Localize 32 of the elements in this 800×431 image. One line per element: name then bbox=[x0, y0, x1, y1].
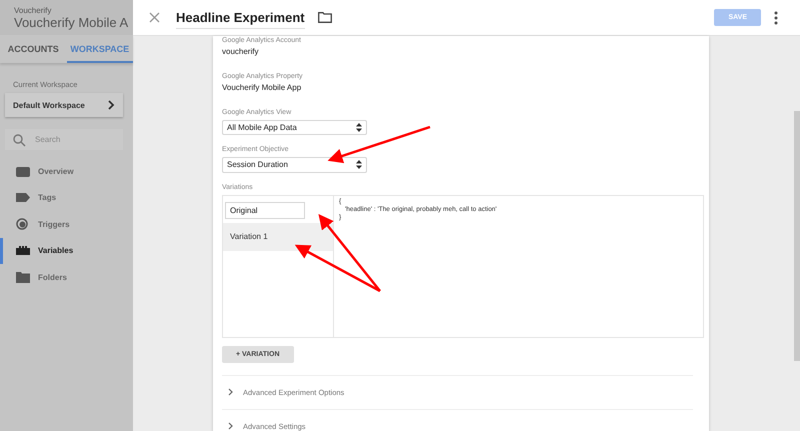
up-down-arrows-icon bbox=[356, 123, 362, 132]
folder-icon bbox=[16, 272, 30, 283]
search-icon bbox=[13, 134, 26, 147]
close-icon[interactable] bbox=[149, 12, 160, 23]
more-icon[interactable] bbox=[774, 10, 778, 24]
nav-item[interactable]: Folders bbox=[0, 264, 133, 290]
scrollbar[interactable] bbox=[794, 111, 800, 361]
trigger-icon bbox=[16, 218, 28, 230]
experiment-title[interactable]: Headline Experiment bbox=[176, 6, 305, 28]
container-name: Voucherify Mobile A bbox=[14, 14, 128, 30]
nav-item[interactable]: Triggers bbox=[0, 211, 133, 238]
sidebar-tab[interactable]: ACCOUNTS bbox=[0, 35, 66, 63]
field-value: Voucherify Mobile App bbox=[222, 83, 302, 92]
search-field[interactable]: Search bbox=[5, 129, 123, 150]
up-down-arrows-icon bbox=[356, 160, 362, 170]
blocks-icon bbox=[16, 246, 30, 256]
briefcase-icon bbox=[16, 166, 30, 177]
nav-item[interactable]: Tags bbox=[0, 184, 133, 211]
nav-item[interactable]: Variables bbox=[0, 238, 133, 264]
variation-item[interactable]: Variation 1 bbox=[223, 222, 333, 251]
chevron-icon bbox=[228, 422, 233, 430]
chevron-right-icon bbox=[107, 100, 115, 110]
objective-dropdown[interactable]: Session Duration bbox=[222, 157, 367, 173]
tag-icon bbox=[16, 193, 30, 202]
chevron-icon bbox=[228, 388, 233, 396]
variation-name-field[interactable]: Original bbox=[225, 202, 305, 219]
view-dropdown[interactable]: All Mobile App Data bbox=[222, 120, 367, 136]
folder-icon[interactable] bbox=[318, 12, 332, 23]
workspace-selector[interactable]: Default Workspace bbox=[5, 93, 123, 117]
nav-item[interactable]: Overview bbox=[0, 158, 133, 184]
account-name: Voucherify bbox=[14, 6, 52, 14]
field-value: voucherify bbox=[222, 47, 260, 56]
